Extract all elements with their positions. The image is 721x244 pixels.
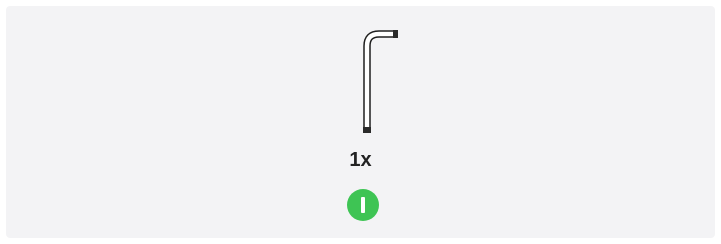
allen-key-icon bbox=[363, 30, 398, 133]
part-quantity: 1x bbox=[349, 149, 372, 171]
marker-bar bbox=[361, 197, 365, 213]
step-marker-icon bbox=[347, 189, 379, 221]
part-card: 1x bbox=[6, 6, 715, 238]
